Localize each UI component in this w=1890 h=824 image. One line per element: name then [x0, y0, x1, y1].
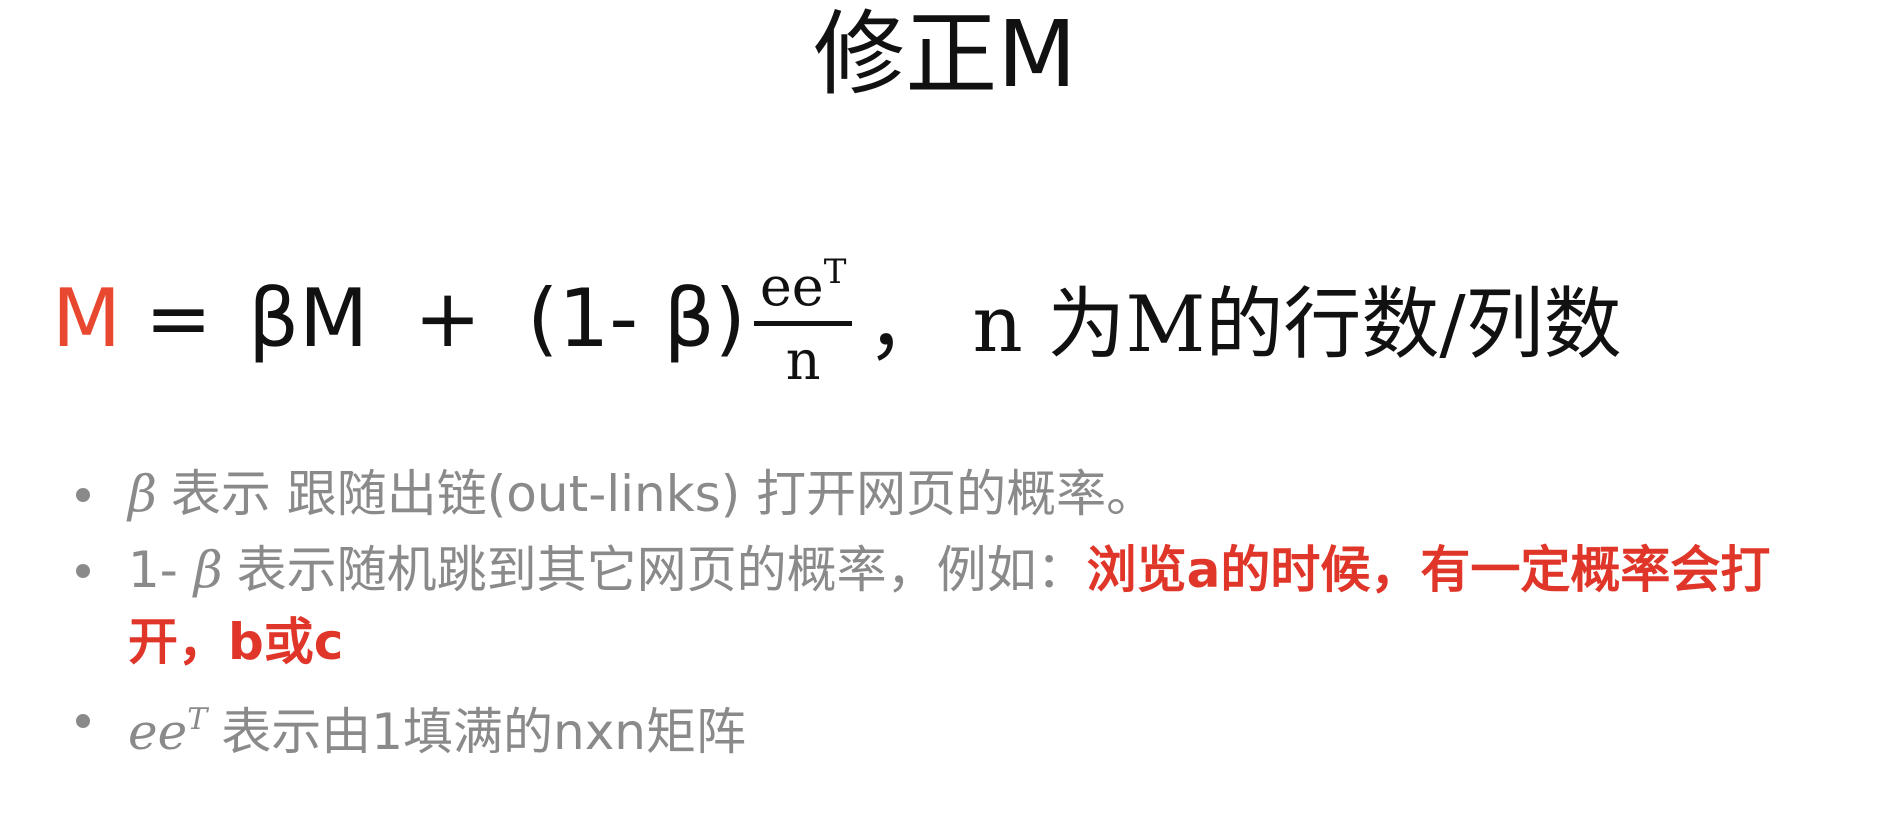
slide-title: 修正M [813, 1, 1077, 108]
bullet-dot-icon [76, 714, 90, 728]
bullet-symbol-base: ee [128, 703, 188, 761]
formula-plus: + [414, 271, 482, 365]
formula-lhs: M [52, 271, 122, 365]
bullet-symbol: β [128, 465, 157, 523]
fraction-denominator: n [785, 329, 821, 392]
formula: M = βM + (1- β) eeT n ， n 为M的行数/列数 [52, 228, 1622, 408]
bullet-symbol-superscript: T [187, 702, 208, 737]
bullet-text: 表示 跟随出链(out-links) 打开网页的概率。 [170, 465, 1157, 523]
bullet-dot-icon [76, 564, 90, 578]
formula-comma: ， [866, 278, 947, 371]
fraction-numerator-superscript: T [823, 252, 847, 292]
bullet-dot-icon [76, 488, 90, 502]
bullet-item-beta: β 表示 跟随出链(out-links) 打开网页的概率。 [70, 458, 1870, 530]
formula-term-one-minus-beta: (1- β) [527, 271, 746, 365]
formula-fraction: eeT n [753, 242, 853, 394]
formula-equals: = [145, 271, 213, 365]
fraction-numerator: eeT [753, 242, 853, 326]
bullet-symbol: β [193, 541, 223, 599]
bullet-symbol: eeT [128, 702, 208, 761]
bullet-list: β 表示 跟随出链(out-links) 打开网页的概率。 1- β 表示随机跳到其… [70, 458, 1870, 768]
bullet-prefix: 1- [128, 541, 194, 599]
formula-note: n 为M的行数/列数 [972, 280, 1622, 370]
slide: 修正M M = βM + (1- β) eeT n ， n 为M的行数/列数 β… [0, 0, 1890, 824]
bullet-text: 表示由1填满的nxn矩阵 [221, 703, 746, 761]
bullet-text: 表示随机跳到其它网页的概率，例如： [236, 541, 1087, 599]
bullet-item-one-minus-beta: 1- β 表示随机跳到其它网页的概率，例如：浏览a的时候，有一定概率会打开，b或c [70, 534, 1870, 678]
fraction-numerator-base: ee [759, 255, 824, 318]
formula-term-beta-m: βM [248, 271, 369, 365]
bullet-item-ee-t: eeT 表示由1填满的nxn矩阵 [70, 684, 1870, 768]
